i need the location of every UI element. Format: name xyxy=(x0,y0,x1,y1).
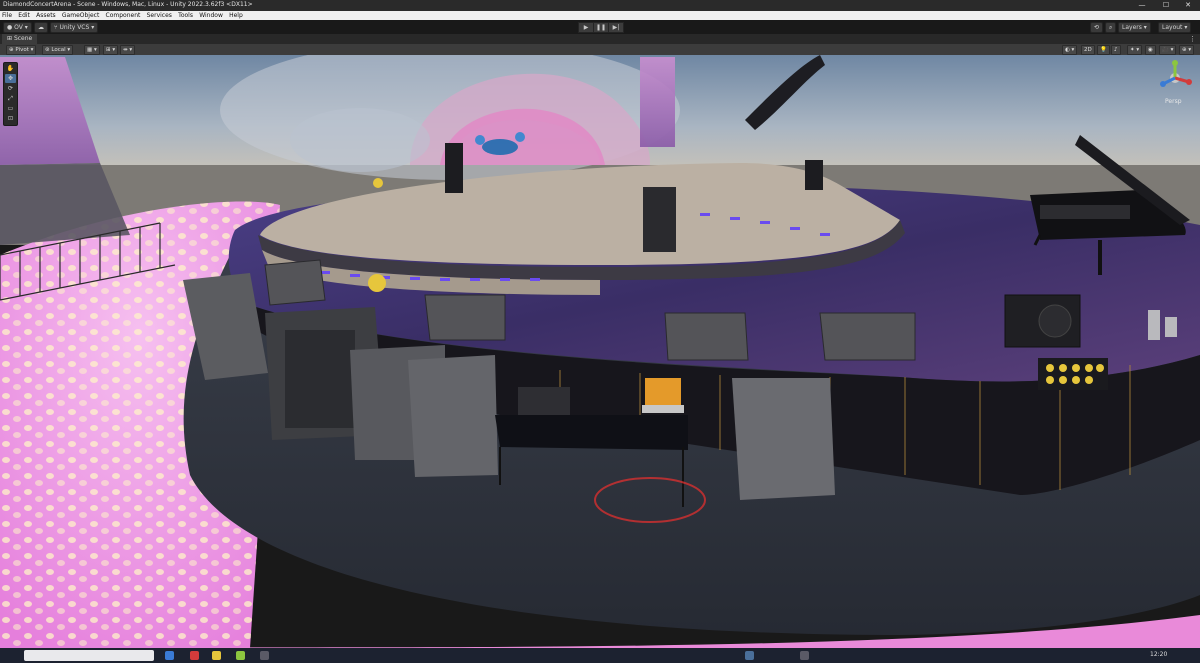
history-icon[interactable]: ⟲ xyxy=(1090,22,1104,33)
menu-edit[interactable]: Edit xyxy=(16,11,32,20)
title-bar: DiamondConcertArena - Scene - Windows, M… xyxy=(0,0,1200,11)
minimize-button[interactable]: — xyxy=(1130,0,1154,11)
menu-bar: File Edit Assets GameObject Component Se… xyxy=(0,11,1200,20)
tab-scene-label: Scene xyxy=(13,35,33,42)
pause-button[interactable]: ❚❚ xyxy=(593,22,609,33)
increment-snap-icon[interactable]: ⇹ ▾ xyxy=(120,45,136,55)
transform-tool-icon[interactable]: ⊡ xyxy=(5,114,16,123)
play-button[interactable]: ▶ xyxy=(578,22,594,33)
window-title: DiamondConcertArena - Scene - Windows, M… xyxy=(3,1,253,8)
camera-icon[interactable]: 🎥 ▾ xyxy=(1159,45,1177,55)
hand-tool-icon[interactable]: ✋ xyxy=(5,64,16,73)
audio-icon[interactable]: ♪ xyxy=(1111,45,1121,55)
menu-window[interactable]: Window xyxy=(197,11,225,20)
pivot-label: Pivot xyxy=(15,47,29,53)
scale-tool-icon[interactable]: ⤢ xyxy=(5,94,16,103)
scene-render xyxy=(0,55,1200,648)
app-icon-6[interactable] xyxy=(800,651,809,660)
hidden-objects-icon[interactable]: ◉ xyxy=(1145,45,1156,55)
app-icon-5[interactable] xyxy=(260,651,269,660)
layers-dropdown[interactable]: Layers ▾ xyxy=(1118,22,1151,33)
unity-icon[interactable] xyxy=(745,651,754,660)
main-toolbar: ● OV ▾ ☁ ⑂ Unity VCS ▾ ▶ ❚❚ ▶| ⟲ ⌕ Layer… xyxy=(0,20,1200,35)
pivot-toggle[interactable]: ⊕ Pivot ▾ xyxy=(6,45,37,55)
search-icon[interactable]: ⌕ xyxy=(1105,22,1117,33)
menu-file[interactable]: File xyxy=(0,11,14,20)
clock[interactable]: 12:20 xyxy=(1150,651,1167,658)
tab-menu-icon[interactable]: ⋮ xyxy=(1189,34,1196,44)
tool-palette: ✋ ✥ ⟳ ⤢ ▭ ⊡ xyxy=(3,62,18,126)
menu-tools[interactable]: Tools xyxy=(176,11,195,20)
gizmo-persp-label[interactable]: Persp xyxy=(1165,98,1182,105)
app-icon-1[interactable] xyxy=(165,651,174,660)
step-button[interactable]: ▶| xyxy=(608,22,624,33)
snap-icon[interactable]: ⊞ ▾ xyxy=(103,45,119,55)
effects-icon[interactable]: ✦ ▾ xyxy=(1127,45,1143,55)
version-control-button[interactable]: ⑂ Unity VCS ▾ xyxy=(50,22,99,33)
menu-gameobject[interactable]: GameObject xyxy=(60,11,101,20)
mode-2d-toggle[interactable]: 2D xyxy=(1081,45,1095,55)
layout-label: Layout xyxy=(1162,24,1183,31)
menu-help[interactable]: Help xyxy=(227,11,245,20)
layout-dropdown[interactable]: Layout ▾ xyxy=(1158,22,1192,33)
local-toggle[interactable]: ⊛ Local ▾ xyxy=(42,45,74,55)
move-tool-icon[interactable]: ✥ xyxy=(5,74,16,83)
menu-services[interactable]: Services xyxy=(145,11,174,20)
close-button[interactable]: ✕ xyxy=(1176,0,1200,11)
account-label: OV xyxy=(14,24,23,31)
grid-snap-icon[interactable]: ▦ ▾ xyxy=(84,45,100,55)
menu-component[interactable]: Component xyxy=(104,11,143,20)
tab-scene[interactable]: ⊞ Scene xyxy=(2,34,38,44)
tab-bar: ⊞ Scene ⋮ xyxy=(0,34,1200,44)
layers-label: Layers xyxy=(1122,24,1142,31)
taskbar-search-box[interactable] xyxy=(24,650,154,661)
gizmos-icon[interactable]: ⊕ ▾ xyxy=(1179,45,1195,55)
led-panel xyxy=(1038,358,1108,390)
os-taskbar: 12:20 xyxy=(0,648,1200,663)
app-icon-4[interactable] xyxy=(236,651,245,660)
menu-assets[interactable]: Assets xyxy=(34,11,58,20)
account-button[interactable]: ● OV ▾ xyxy=(3,22,32,33)
rect-tool-icon[interactable]: ▭ xyxy=(5,104,16,113)
app-icon-3[interactable] xyxy=(212,651,221,660)
rotate-tool-icon[interactable]: ⟳ xyxy=(5,84,16,93)
version-control-label: Unity VCS xyxy=(59,24,90,31)
maximize-button[interactable]: ☐ xyxy=(1154,0,1178,11)
lighting-icon[interactable]: 💡 xyxy=(1097,45,1110,55)
local-label: Local xyxy=(51,47,66,53)
orientation-gizmo[interactable]: Persp xyxy=(1156,60,1194,108)
app-icon-2[interactable] xyxy=(190,651,199,660)
draw-mode-icon[interactable]: ◐ ▾ xyxy=(1062,45,1078,55)
scene-viewport[interactable] xyxy=(0,55,1200,648)
cloud-icon[interactable]: ☁ xyxy=(34,22,48,33)
